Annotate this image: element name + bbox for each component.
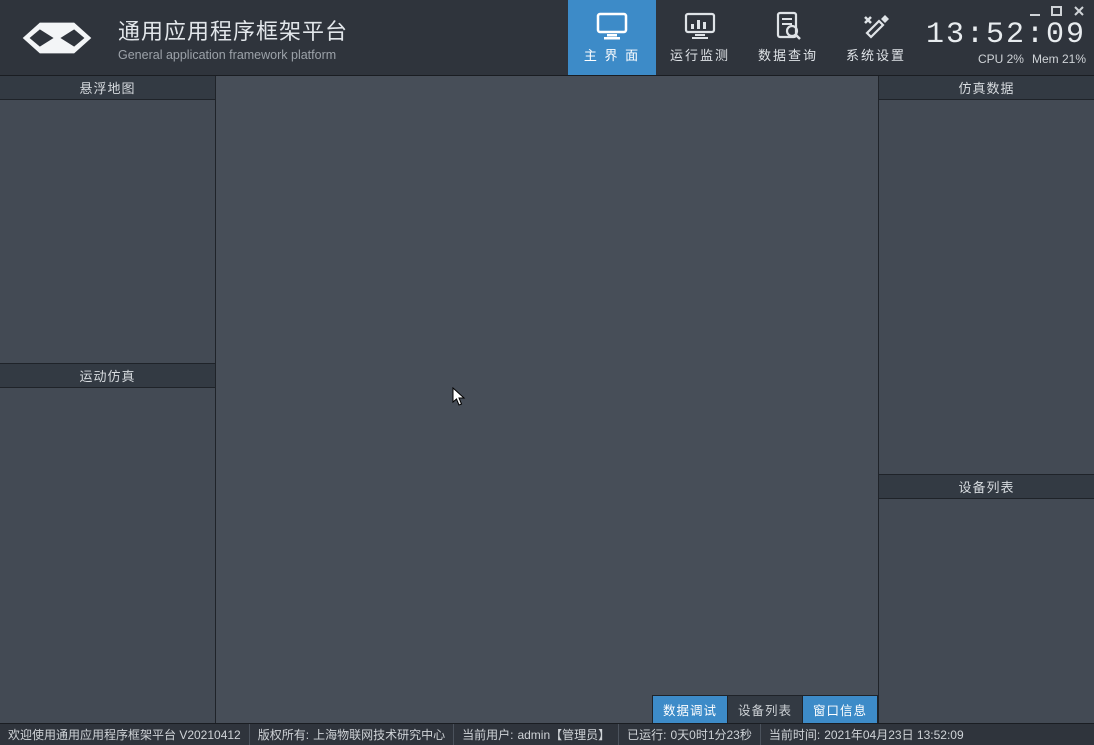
panel-device-list: 设备列表 [879, 474, 1094, 723]
maximize-button[interactable] [1050, 4, 1064, 18]
mem-stat: Mem 21% [1032, 52, 1086, 66]
panel-header[interactable]: 悬浮地图 [0, 76, 215, 100]
status-time: 当前时间: 2021年04月23日 13:52:09 [761, 724, 972, 745]
status-bar: 欢迎使用通用应用程序框架平台 V20210412 版权所有: 上海物联网技术研究… [0, 723, 1094, 745]
nav-run-monitor[interactable]: 运行监测 [656, 0, 744, 75]
nav-label: 系统设置 [846, 45, 906, 64]
status-user-label: 当前用户: [462, 726, 513, 743]
app-title: 通用应用程序框架平台 General application framework… [118, 14, 348, 62]
status-user: 当前用户: admin【管理员】 [454, 724, 619, 745]
status-runtime-label: 已运行: [627, 726, 666, 743]
nav-label: 运行监测 [670, 45, 730, 64]
panel-header[interactable]: 设备列表 [879, 475, 1094, 499]
nav-label: 数据查询 [758, 45, 818, 64]
panel-body [0, 388, 215, 723]
header-right: 13:52:09 CPU 2% Mem 21% [920, 0, 1094, 75]
tab-window-info[interactable]: 窗口信息 [803, 695, 878, 723]
floating-tabs: 数据调试 设备列表 窗口信息 [652, 695, 878, 723]
system-stats: CPU 2% Mem 21% [978, 52, 1086, 66]
chart-icon [683, 11, 717, 41]
tab-device-list[interactable]: 设备列表 [728, 695, 803, 723]
panel-header[interactable]: 仿真数据 [879, 76, 1094, 100]
main-area: 悬浮地图 运动仿真 数据调试 设备列表 窗口信息 仿真数据 设备列表 [0, 76, 1094, 723]
status-runtime: 已运行: 0天0时1分23秒 [619, 724, 761, 745]
main-nav: 主 界 面 运行监测 数据查询 系统设置 [568, 0, 920, 75]
monitor-icon [595, 11, 629, 41]
status-copyright-value: 上海物联网技术研究中心 [313, 726, 445, 743]
nav-main-interface[interactable]: 主 界 面 [568, 0, 656, 75]
status-welcome: 欢迎使用通用应用程序框架平台 V20210412 [0, 724, 250, 745]
status-user-value: admin【管理员】 [517, 726, 610, 743]
panel-sim-data: 仿真数据 [879, 76, 1094, 474]
status-time-value: 2021年04月23日 13:52:09 [824, 726, 963, 743]
tab-data-debug[interactable]: 数据调试 [652, 695, 728, 723]
close-button[interactable] [1072, 4, 1086, 18]
panel-body [0, 100, 215, 363]
cpu-stat: CPU 2% [978, 52, 1024, 66]
nav-label: 主 界 面 [584, 45, 640, 64]
panel-body [879, 499, 1094, 723]
panel-header[interactable]: 运动仿真 [0, 364, 215, 388]
status-copyright: 版权所有: 上海物联网技术研究中心 [250, 724, 454, 745]
minimize-button[interactable] [1028, 4, 1042, 18]
status-time-label: 当前时间: [769, 726, 820, 743]
logo [0, 14, 100, 62]
app-title-cn: 通用应用程序框架平台 [118, 14, 348, 46]
app-header: 通用应用程序框架平台 General application framework… [0, 0, 1094, 76]
search-doc-icon [771, 11, 805, 41]
window-controls [1028, 4, 1086, 18]
app-title-en: General application framework platform [118, 48, 348, 62]
clock-display: 13:52:09 [926, 20, 1086, 50]
tools-icon [859, 11, 893, 41]
right-column: 仿真数据 设备列表 [878, 76, 1094, 723]
panel-body [879, 100, 1094, 474]
left-column: 悬浮地图 运动仿真 [0, 76, 216, 723]
infinity-logo-icon [14, 14, 100, 62]
status-runtime-value: 0天0时1分23秒 [670, 726, 751, 743]
status-copyright-label: 版权所有: [258, 726, 309, 743]
nav-system-settings[interactable]: 系统设置 [832, 0, 920, 75]
center-canvas: 数据调试 设备列表 窗口信息 [216, 76, 878, 723]
panel-float-map: 悬浮地图 [0, 76, 215, 363]
panel-motion-sim: 运动仿真 [0, 363, 215, 723]
nav-data-query[interactable]: 数据查询 [744, 0, 832, 75]
